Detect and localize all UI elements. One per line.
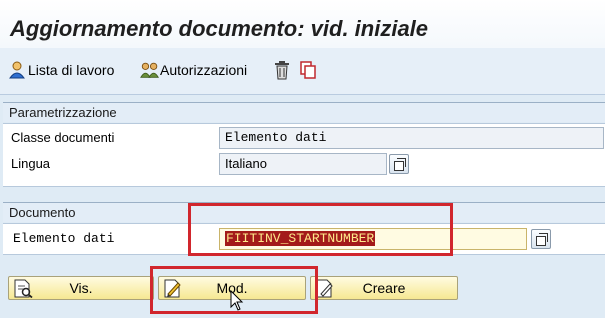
person-icon (8, 59, 28, 81)
worklist-label: Lista di lavoro (28, 62, 115, 78)
language-label: Lingua (11, 156, 51, 171)
title-bar: Aggiornamento documento: vid. iniziale (0, 0, 605, 48)
documento-body: Elemento dati FIITINV_STARTNUMBER (3, 223, 605, 255)
language-value-help-button[interactable] (389, 154, 409, 174)
application-toolbar: Lista di lavoro Autorizzazioni (0, 48, 605, 95)
page-title: Aggiornamento documento: vid. iniziale (10, 16, 429, 41)
doc-class-field[interactable]: Elemento dati (219, 127, 604, 149)
copy-button[interactable] (298, 58, 318, 82)
parametrizzazione-body: Classe documenti Elemento dati Lingua It… (3, 123, 605, 187)
authorizations-label: Autorizzazioni (160, 62, 248, 78)
doc-class-label: Classe documenti (11, 130, 115, 145)
worklist-button[interactable]: Lista di lavoro (8, 58, 114, 82)
documento-header: Documento (3, 202, 605, 222)
group-icon (140, 59, 160, 81)
delete-button[interactable] (272, 58, 292, 82)
display-label: Vis. (69, 280, 93, 296)
trash-icon (272, 59, 292, 81)
authorizations-button[interactable]: Autorizzazioni (140, 58, 247, 82)
copy-icon (298, 59, 318, 81)
mouse-cursor-icon (230, 290, 244, 311)
create-label: Creare (362, 280, 406, 296)
parametrizzazione-header: Parametrizzazione (3, 102, 605, 122)
element-value-help-button[interactable] (531, 229, 551, 249)
language-field[interactable]: Italiano (219, 153, 387, 175)
element-field-value: FIITINV_STARTNUMBER (225, 231, 376, 246)
display-button[interactable]: Vis. (8, 276, 154, 300)
element-label: Elemento dati (13, 231, 115, 246)
create-button[interactable]: Creare (310, 276, 458, 300)
element-field[interactable]: FIITINV_STARTNUMBER (219, 228, 527, 250)
